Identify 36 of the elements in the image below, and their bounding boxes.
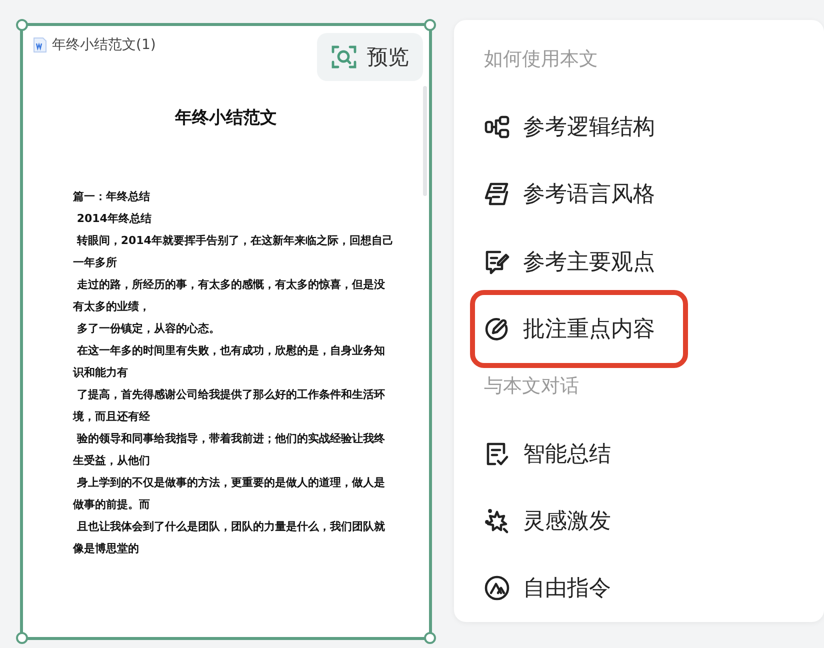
resize-handle[interactable] (16, 632, 28, 644)
sparkle-icon (484, 508, 510, 534)
document-text-line: 走过的路，所经历的事，有太多的感慨，有太多的惊喜，但是没 (76, 277, 386, 293)
circle-logo-icon (484, 575, 510, 602)
document-text-line: 做事的前提。而 (73, 497, 151, 513)
document-text-line: 境，而且还有经 (73, 409, 151, 425)
document-text-line: 像是博思堂的 (73, 541, 140, 557)
document-text-line: 多了一份镇定，从容的心态。 (76, 321, 221, 337)
scan-search-icon (330, 44, 357, 70)
pen-circle-icon (484, 316, 510, 342)
scrollbar[interactable] (422, 86, 427, 196)
document-text-line: 且也让我体会到了什么是团队，团队的力量是什么，我们团队就 (76, 519, 386, 535)
message-edit-icon (484, 248, 510, 275)
document-text-line: 验的领导和同事给我指导，带着我前进；他们的实战经验让我终 (76, 431, 386, 447)
document-text-line: 了提高，首先得感谢公司给我提供了那么好的工作条件和生活环 (76, 387, 386, 403)
menu-item[interactable]: 批注重点内容 (470, 290, 688, 368)
document-text-line: 有太多的业绩， (73, 299, 151, 315)
resize-handle[interactable] (424, 632, 436, 644)
preview-button[interactable]: 预览 (316, 33, 423, 81)
document-text-line: 转眼间，2014年就要挥手告别了，在这新年来临之际，回想自己 (76, 233, 394, 249)
document-text-line: 身上学到的不仅是做事的方法，更重要的是做人的道理，做人是 (76, 475, 386, 491)
section-heading: 如何使用本文 (482, 47, 599, 72)
notepad-icon (484, 181, 510, 208)
nodes-icon (484, 114, 510, 140)
document-text-line: 篇一：年终总结 (73, 189, 151, 205)
document-text-line: 识和能力有 (73, 365, 129, 381)
word-file-icon (33, 37, 47, 53)
document-title: 年终小结范文 (174, 107, 277, 129)
resize-handle[interactable] (424, 19, 436, 31)
resize-handle[interactable] (16, 19, 28, 31)
file-name: 年终小结范文(1) (52, 36, 156, 54)
document-text-line: 一年多所 (73, 255, 118, 271)
document-text-line: 2014年终总结 (76, 211, 152, 227)
document-text-line: 生受益，从他们 (73, 453, 151, 469)
document-text-line: 在这一年多的时间里有失败，也有成功，欣慰的是，自身业务知 (76, 343, 386, 359)
section-heading: 与本文对话 (482, 374, 580, 399)
